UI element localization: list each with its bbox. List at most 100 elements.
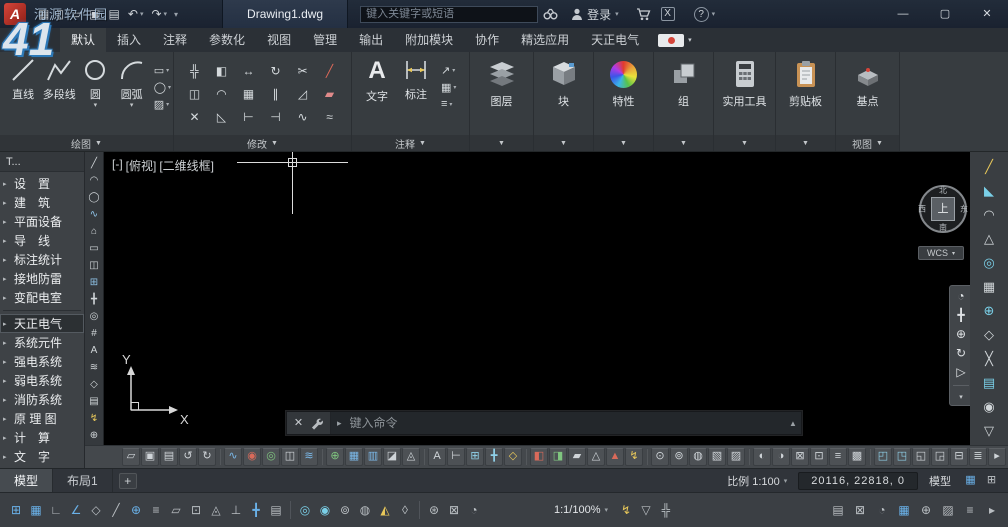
- ribbon-tab[interactable]: 插入: [106, 28, 152, 52]
- side-home-icon[interactable]: ⌂: [86, 223, 103, 240]
- tray-grid-icon[interactable]: ▦: [894, 500, 914, 520]
- tb-redo[interactable]: ↻: [198, 448, 216, 466]
- circle-tool[interactable]: 圆 ▾: [78, 57, 112, 111]
- tray-more-icon[interactable]: ▸: [982, 500, 1002, 520]
- side-plus-icon[interactable]: ⊕: [86, 427, 103, 444]
- join-tool[interactable]: ⊣: [270, 111, 280, 123]
- block-button[interactable]: 块: [534, 52, 593, 109]
- new-layout-button[interactable]: +: [119, 473, 137, 489]
- selection-cycling-icon[interactable]: ⊡: [186, 500, 206, 520]
- tb-hatch-a[interactable]: ▧: [708, 448, 726, 466]
- view-cube[interactable]: 北 南 西 东 上: [914, 180, 970, 238]
- navbar-more-icon[interactable]: ▾: [959, 393, 963, 401]
- chamfer-tool[interactable]: ◺: [217, 111, 226, 123]
- nav-pan-icon[interactable]: ╋: [957, 309, 964, 321]
- erase-tool[interactable]: ▰: [325, 88, 334, 100]
- utilities-panel-expander[interactable]: ▼: [714, 135, 775, 151]
- offset-tool[interactable]: ∥: [273, 88, 279, 100]
- model-tab[interactable]: 模型: [0, 469, 53, 493]
- tb-minus-box[interactable]: ⊟: [950, 448, 968, 466]
- palette-item[interactable]: ▸ 计 算: [0, 428, 84, 447]
- tb-open[interactable]: ▱: [122, 448, 140, 466]
- leader-tool[interactable]: ↗▾: [441, 64, 456, 77]
- palette-item[interactable]: ▸ 原 理 图: [0, 409, 84, 428]
- text-tool[interactable]: A 文字: [360, 57, 394, 110]
- dock-up-icon[interactable]: △: [978, 230, 1000, 247]
- tb-layer[interactable]: ▥: [364, 448, 382, 466]
- qnew-icon[interactable]: ▯▾: [53, 3, 68, 25]
- tb-axis[interactable]: ╋: [485, 448, 503, 466]
- tb-corner-b[interactable]: ◳: [893, 448, 911, 466]
- dock-triangle-icon[interactable]: ◣: [978, 182, 1000, 199]
- search-icon[interactable]: [538, 8, 563, 20]
- palette-title[interactable]: T...: [0, 152, 84, 172]
- nav-zoom-icon[interactable]: ⊕: [956, 328, 966, 340]
- palette-item[interactable]: ▸ 建 筑: [0, 193, 84, 212]
- exchange-store-icon[interactable]: [631, 7, 656, 21]
- dock-grid-icon[interactable]: ▦: [978, 278, 1000, 295]
- side-circle-icon[interactable]: ◯: [86, 189, 103, 206]
- polyline-tool[interactable]: 多段线 ▾: [42, 57, 76, 111]
- tb-lines[interactable]: ≡: [829, 448, 847, 466]
- command-input[interactable]: [348, 415, 785, 431]
- ortho-mode-icon[interactable]: ∟: [46, 500, 66, 520]
- nav-wheel-icon[interactable]: ◔: [957, 290, 964, 302]
- scale-dropdown[interactable]: 比例 1:100 ▾: [727, 473, 787, 489]
- tb-box-x[interactable]: ⊠: [791, 448, 809, 466]
- utilities-button[interactable]: 实用工具: [714, 52, 775, 109]
- sign-in-button[interactable]: 登录 ▾: [571, 6, 619, 23]
- tb-fill[interactable]: ▩: [848, 448, 866, 466]
- tray-hatch-icon[interactable]: ▨: [938, 500, 958, 520]
- side-line-icon[interactable]: ╱: [86, 155, 103, 172]
- clipboard-panel-expander[interactable]: ▼: [776, 135, 835, 151]
- trim-tool[interactable]: ✂: [297, 65, 307, 77]
- annotation-scale-button[interactable]: 1:1/100% ▾: [554, 504, 608, 516]
- 3d-osnap-icon[interactable]: ◬: [206, 500, 226, 520]
- side-rect-icon[interactable]: ▭: [86, 240, 103, 257]
- annotate-panel-title[interactable]: 注释▼: [352, 135, 469, 151]
- stretch-tool[interactable]: ↔: [243, 65, 255, 77]
- close-button[interactable]: ✕: [966, 0, 1008, 28]
- dock-dot-icon[interactable]: ◉: [978, 398, 1000, 415]
- tb-lamp[interactable]: ◎: [262, 448, 280, 466]
- dock-plus-icon[interactable]: ⊕: [978, 302, 1000, 319]
- ribbon-tab[interactable]: 精选应用: [510, 28, 580, 52]
- maximize-button[interactable]: ▢: [924, 0, 966, 28]
- units-icon[interactable]: ◊: [395, 500, 415, 520]
- tb-device[interactable]: ◉: [243, 448, 261, 466]
- quick-properties-icon[interactable]: ▤: [266, 500, 286, 520]
- tb-bolt[interactable]: ↯: [625, 448, 643, 466]
- side-cross-icon[interactable]: ╋: [86, 291, 103, 308]
- snap-mode-icon[interactable]: ⊞: [6, 500, 26, 520]
- plot-icon[interactable]: ▤▾: [105, 3, 124, 25]
- side-arc-icon[interactable]: ◠: [86, 172, 103, 189]
- recent-commands-icon[interactable]: ▸: [337, 418, 342, 429]
- help-button[interactable]: ? ▾: [694, 7, 716, 22]
- viewport-control[interactable]: [-]: [112, 157, 123, 174]
- osnap-tracking-icon[interactable]: ╱: [106, 500, 126, 520]
- compass-west[interactable]: 西: [918, 204, 926, 215]
- dynamic-ucs-icon[interactable]: ⊥: [226, 500, 246, 520]
- compass-east[interactable]: 东: [960, 204, 968, 215]
- dock-target-icon[interactable]: ◎: [978, 254, 1000, 271]
- tb-half-b[interactable]: ◑: [772, 448, 790, 466]
- tb-grid[interactable]: ▦: [345, 448, 363, 466]
- save-icon[interactable]: ▣▾: [85, 3, 104, 25]
- mirror-tool[interactable]: ◫: [189, 88, 200, 100]
- model-space-toggle[interactable]: 模型: [929, 473, 951, 489]
- side-bolt-icon[interactable]: ↯: [86, 410, 103, 427]
- table-tool[interactable]: ▦▾: [441, 81, 456, 94]
- tb-copy-red[interactable]: ◧: [530, 448, 548, 466]
- properties-panel-expander[interactable]: ▼: [594, 135, 653, 151]
- copy-tool[interactable]: ◧: [216, 65, 227, 77]
- tb-wire[interactable]: ∿: [224, 448, 242, 466]
- tb-distribution[interactable]: ◫: [281, 448, 299, 466]
- tb-alert[interactable]: ▲: [606, 448, 624, 466]
- tb-paste-green[interactable]: ◨: [549, 448, 567, 466]
- line-tool[interactable]: 直线 ▾: [6, 57, 40, 111]
- tb-table[interactable]: ⊞: [466, 448, 484, 466]
- dock-diamond-icon[interactable]: ◇: [978, 326, 1000, 343]
- minimize-button[interactable]: —: [882, 0, 924, 28]
- ribbon-tab[interactable]: 附加模块: [394, 28, 464, 52]
- dock-draw-icon[interactable]: ╱: [978, 158, 1000, 175]
